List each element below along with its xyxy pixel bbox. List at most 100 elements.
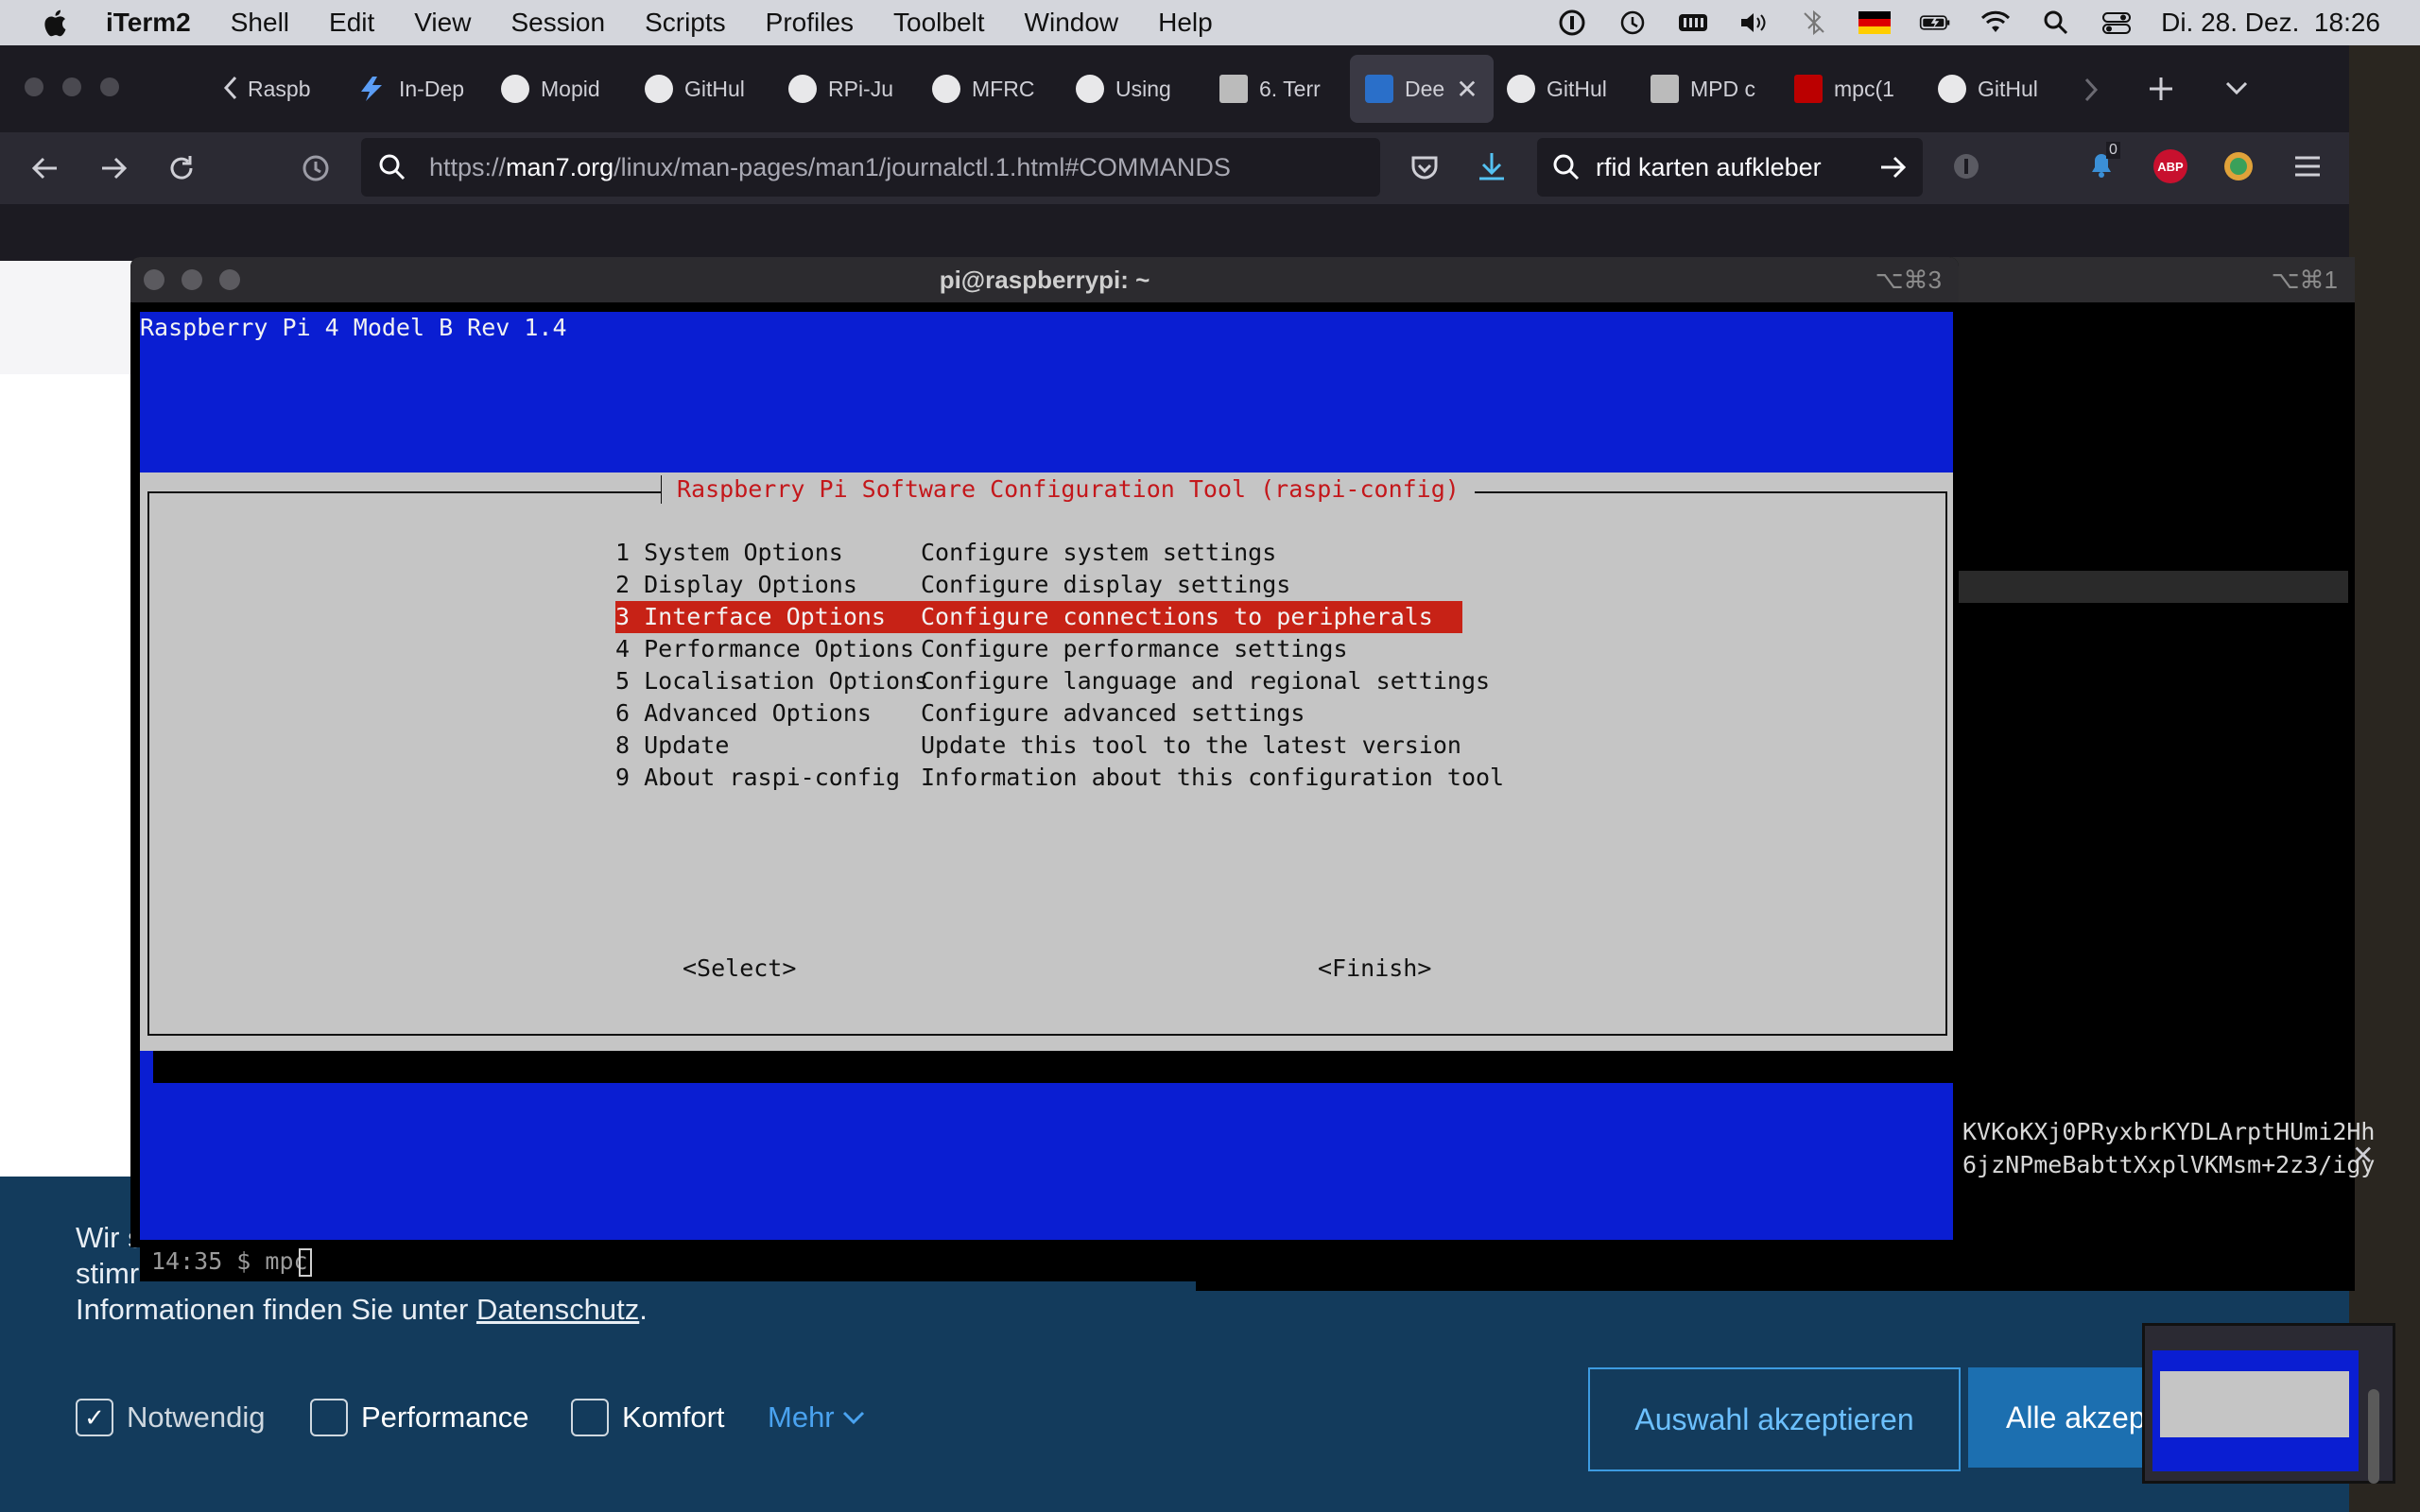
pocket-icon[interactable] [1409, 151, 1441, 183]
tab-label: Raspb [248, 76, 311, 101]
menu-item[interactable]: 4 Performance Options Configure performan… [615, 633, 1462, 665]
checkbox-checked-icon: ✓ [76, 1399, 113, 1436]
thumbnail-dialog [2160, 1371, 2349, 1437]
arrow-right-icon[interactable] [1877, 151, 1910, 183]
menu-view[interactable]: View [414, 8, 471, 38]
menu-profiles[interactable]: Profiles [766, 8, 854, 38]
browser-close-button[interactable] [25, 77, 43, 96]
cookie-text-line2: stimr [76, 1257, 140, 1290]
dialog-title: Raspberry Pi Software Configuration Tool… [662, 472, 1475, 507]
page-content-area [0, 374, 137, 1177]
bluetooth-off-icon[interactable] [1798, 9, 1830, 37]
browser-tab[interactable]: MFRC [932, 55, 1034, 123]
terminal-prompt[interactable]: 14:35 $ mpc [151, 1247, 308, 1275]
adblock-plus-icon[interactable]: ABP [2153, 149, 2187, 183]
new-tab-icon[interactable] [2146, 74, 2176, 104]
menu-toolbelt[interactable]: Toolbelt [893, 8, 985, 38]
more-options-button[interactable]: Mehr [768, 1399, 867, 1436]
battery-icon[interactable] [1919, 9, 1951, 37]
tabs-scroll-left-icon[interactable] [221, 74, 240, 102]
terminal-titlebar: pi@raspberrypi: ~ ⌥⌘3 [130, 257, 1959, 302]
browser-tab[interactable]: MPD c [1651, 55, 1755, 123]
menu-session[interactable]: Session [510, 8, 605, 38]
close-tab-icon[interactable]: ✕ [1456, 74, 1478, 105]
forward-icon[interactable] [96, 151, 130, 185]
apple-icon[interactable] [42, 8, 68, 38]
menu-help[interactable]: Help [1158, 8, 1213, 38]
menu-app-name[interactable]: iTerm2 [106, 8, 191, 38]
notifications-extension[interactable]: 0 [2085, 142, 2120, 181]
volume-icon[interactable] [1737, 9, 1770, 37]
back-icon[interactable] [28, 151, 62, 185]
menu-window[interactable]: Window [1025, 8, 1119, 38]
tabs-scroll-right-icon[interactable] [2082, 76, 2100, 104]
menu-item[interactable]: 1 System Options Configure system setting… [615, 537, 1462, 569]
search-bar[interactable]: rfid karten aufkleber [1537, 138, 1923, 197]
checkbox-performance[interactable]: Performance [310, 1399, 528, 1436]
memory-icon[interactable] [1677, 9, 1709, 37]
checkbox-notwendig[interactable]: ✓ Notwendig [76, 1399, 265, 1436]
menu-item-selected[interactable]: 3 Interface Options Configure connections… [615, 601, 1462, 633]
accept-selection-button[interactable]: Auswahl akzeptieren [1588, 1367, 1961, 1471]
hamburger-menu-icon[interactable] [2291, 151, 2324, 181]
menu-shell[interactable]: Shell [231, 8, 289, 38]
checkbox-label: Komfort [622, 1400, 725, 1434]
checkbox-komfort[interactable]: Komfort [571, 1399, 725, 1436]
debian-favicon-icon [1365, 75, 1393, 103]
github-favicon-icon [1507, 75, 1535, 103]
menu-item-desc: Configure connections to peripherals [921, 603, 1433, 630]
window-shortcut: ⌥⌘1 [2271, 266, 2338, 294]
browser-minimize-button[interactable] [62, 77, 81, 96]
time-machine-icon[interactable] [1616, 9, 1649, 37]
menu-item[interactable]: 9 About raspi-config Information about th… [615, 762, 1504, 794]
browser-tab[interactable]: 6. Terr [1219, 55, 1321, 123]
password-manager-icon[interactable] [1556, 9, 1588, 37]
list-all-tabs-icon[interactable] [2223, 77, 2250, 100]
menu-item[interactable]: 6 Advanced Options Configure advanced set… [615, 697, 1462, 730]
browser-tab[interactable]: GitHul [1938, 55, 2038, 123]
menu-item-desc: Information about this configuration too… [921, 764, 1505, 791]
url-host: man7.org [506, 152, 614, 181]
menu-scripts[interactable]: Scripts [645, 8, 726, 38]
browser-tab[interactable]: In-Dep [355, 55, 464, 123]
history-icon[interactable] [299, 151, 333, 185]
chevron-down-icon [842, 1411, 864, 1425]
privacy-link[interactable]: Datenschutz [476, 1293, 639, 1326]
menu-item[interactable]: 8 Update Update this tool to the latest v… [615, 730, 1462, 762]
browser-tab[interactable]: Raspb [248, 55, 310, 123]
browser-tab[interactable]: Mopid [501, 55, 600, 123]
german-flag-icon[interactable] [1858, 9, 1892, 37]
terminal-cursor-block [140, 1051, 153, 1083]
browser-tab[interactable]: Using [1076, 55, 1171, 123]
select-button[interactable]: <Select> [683, 954, 796, 982]
browser-zoom-button[interactable] [100, 77, 119, 96]
browser-tab[interactable]: mpc(1 [1794, 55, 1894, 123]
menubar-clock[interactable]: Di. 28. Dez. 18:26 [2161, 8, 2380, 38]
browser-tab[interactable]: GitHul [645, 55, 745, 123]
menu-item-key: 9 About raspi-config [615, 764, 901, 791]
search-input-value: rfid karten aufkleber [1596, 152, 1822, 181]
extension-globe-icon[interactable] [2221, 149, 2256, 183]
spotlight-search-icon[interactable] [2040, 9, 2072, 37]
reload-icon[interactable] [164, 151, 199, 185]
tab-label: 6. Terr [1259, 76, 1321, 101]
browser-tab[interactable]: GitHul [1507, 55, 1607, 123]
downloads-icon[interactable] [1475, 149, 1509, 183]
password-extension-icon[interactable] [1951, 151, 1981, 181]
window-thumbnail[interactable] [2142, 1323, 2395, 1484]
scrollbar[interactable] [2368, 1389, 2379, 1484]
terminal-back-line: KVKoKXj0PRyxbrKYDLArptHUmi2Hh [1962, 1118, 2376, 1145]
menu-item[interactable]: 5 Localisation Options Configure language… [615, 665, 1490, 697]
tab-label: Mopid [541, 76, 600, 101]
tab-label: Dee [1405, 76, 1445, 101]
control-center-icon[interactable] [2100, 9, 2133, 37]
menu-item[interactable]: 2 Display Options Configure display setti… [615, 569, 1462, 601]
finish-button[interactable]: <Finish> [1318, 954, 1431, 982]
url-bar[interactable]: https://man7.org/linux/man-pages/man1/jo… [361, 138, 1380, 197]
browser-tab[interactable]: RPi-Ju [788, 55, 893, 123]
wifi-icon[interactable] [1979, 9, 2012, 37]
menu-item-desc: Configure display settings [921, 571, 1291, 598]
menu-edit[interactable]: Edit [329, 8, 374, 38]
menu-item-key: 5 Localisation Options [615, 667, 929, 695]
browser-tab-active[interactable]: Dee ✕ [1350, 55, 1494, 123]
